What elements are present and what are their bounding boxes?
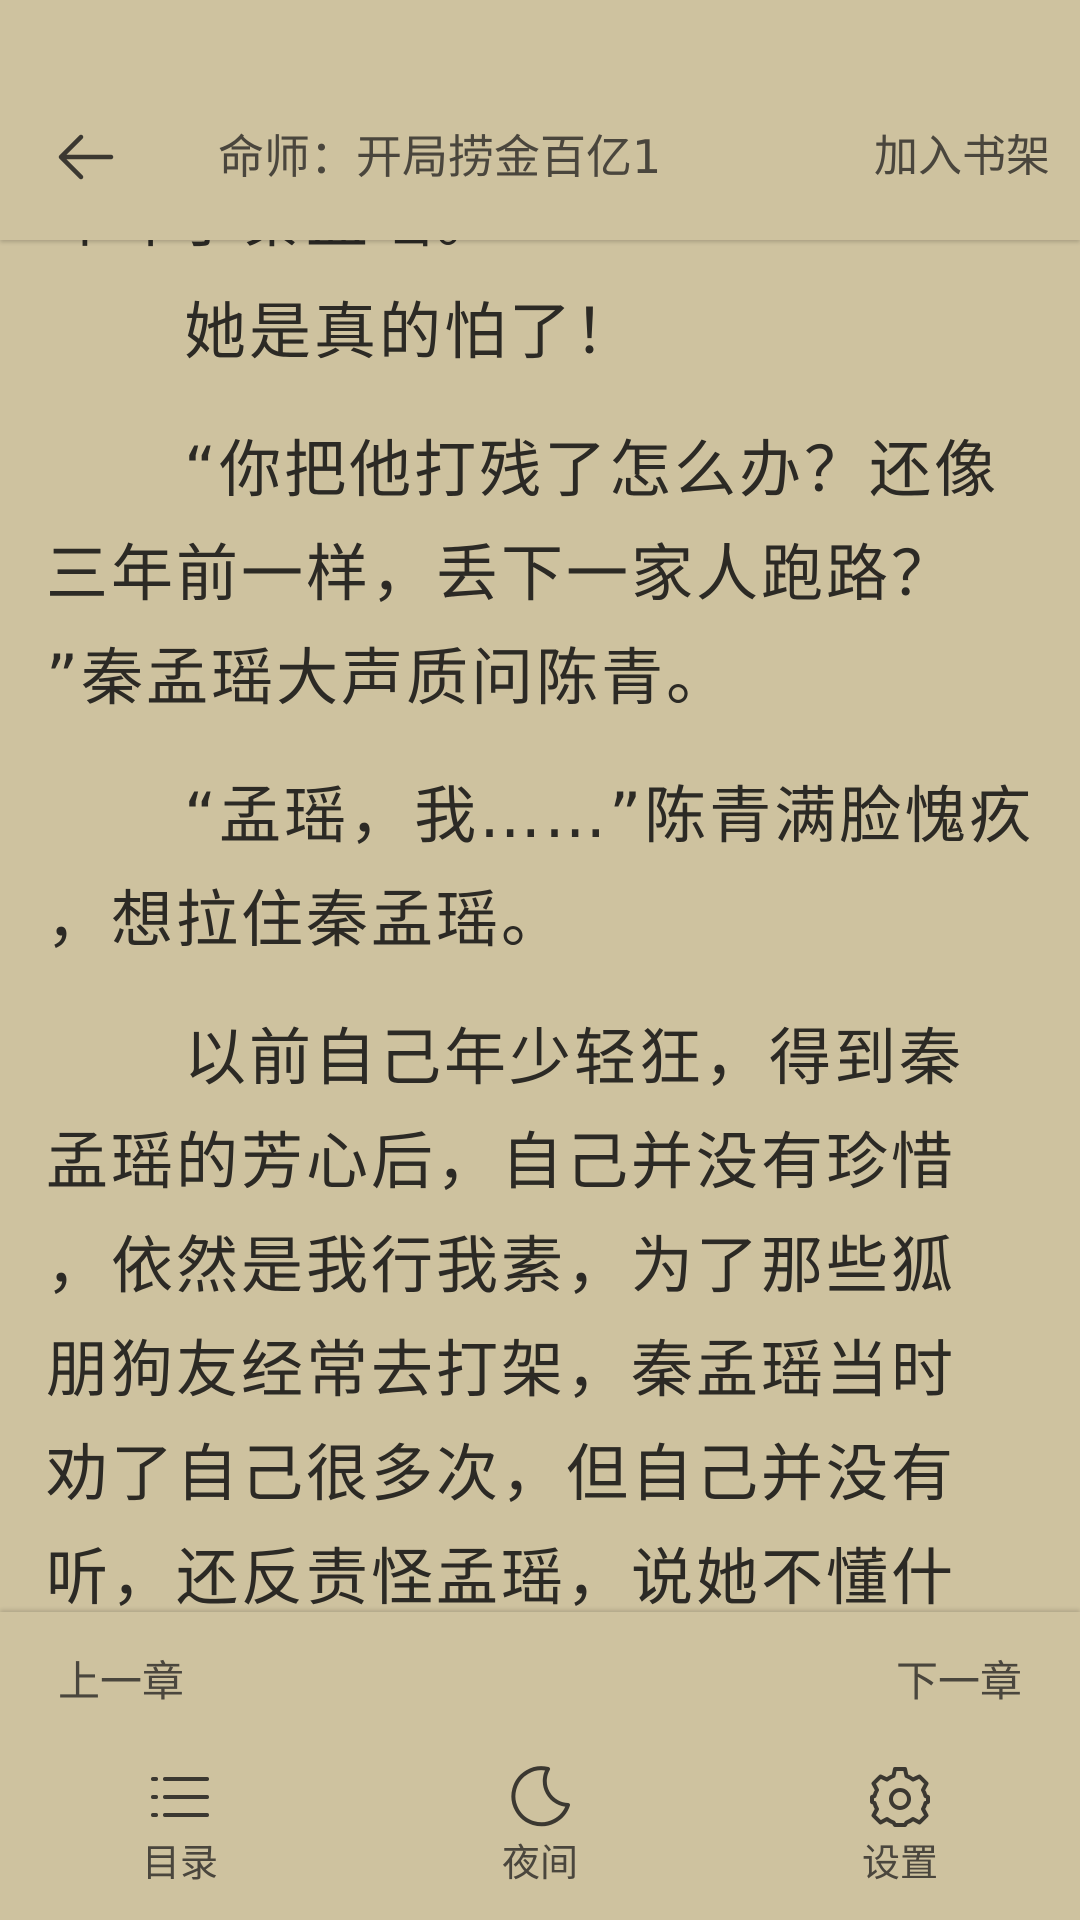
reading-content[interactable]: 吓坏了秦孟瑶。 她是真的怕了！ “你把他打残了怎么办？还像 三年前一样，丢下一家… bbox=[0, 240, 1080, 1612]
next-chapter-button[interactable]: 下一章 bbox=[896, 1652, 1022, 1712]
text-line: 三年前一样，丢下一家人跑路？ bbox=[46, 537, 957, 610]
text-line: 劝了自己很多次，但自己并没有 bbox=[46, 1437, 957, 1510]
text-line: 她是真的怕了！ bbox=[184, 295, 640, 368]
moon-icon bbox=[505, 1762, 575, 1832]
back-arrow-icon bbox=[58, 134, 114, 180]
text-line: ”秦孟瑶大声质问陈青。 bbox=[46, 641, 732, 714]
add-to-bookshelf-button[interactable]: 加入书架 bbox=[874, 122, 1050, 192]
tab-settings[interactable]: 设置 bbox=[800, 1762, 1000, 1902]
tab-toc-label: 目录 bbox=[141, 1841, 218, 1885]
text-line: ，依然是我行我素，为了那些狐 bbox=[46, 1229, 957, 1302]
tab-night-mode[interactable]: 夜间 bbox=[440, 1762, 640, 1902]
text-line: “孟瑶，我……”陈青满脸愧疚 bbox=[184, 779, 1035, 852]
text-line: ，想拉住秦孟瑶。 bbox=[46, 883, 567, 956]
book-title: 命师：开局捞金百亿1 bbox=[218, 130, 662, 184]
prev-chapter-button[interactable]: 上一章 bbox=[58, 1652, 184, 1712]
reader-screen: 吓坏了秦孟瑶。 她是真的怕了！ “你把他打残了怎么办？还像 三年前一样，丢下一家… bbox=[0, 0, 1080, 1920]
text-line: 听，还反责怪孟瑶，说她不懂什 bbox=[46, 1541, 957, 1612]
bottom-toolbar: 上一章 下一章 目录 夜间 设置 bbox=[0, 1612, 1080, 1920]
list-icon bbox=[145, 1762, 215, 1832]
text-line: “你把他打残了怎么办？还像 bbox=[184, 433, 1000, 506]
text-line: 孟瑶的芳心后，自己并没有珍惜 bbox=[46, 1125, 957, 1198]
gear-icon bbox=[865, 1762, 935, 1832]
back-button[interactable] bbox=[40, 112, 130, 202]
text-line: 以前自己年少轻狂，得到秦 bbox=[184, 1021, 965, 1094]
tab-night-label: 夜间 bbox=[501, 1841, 578, 1885]
tab-settings-label: 设置 bbox=[861, 1841, 938, 1885]
text-line: 朋狗友经常去打架，秦孟瑶当时 bbox=[46, 1333, 957, 1406]
text-line: 吓坏了秦孟瑶。 bbox=[46, 240, 1036, 260]
top-toolbar: 命师：开局捞金百亿1 加入书架 bbox=[0, 0, 1080, 240]
tab-toc[interactable]: 目录 bbox=[80, 1762, 280, 1902]
